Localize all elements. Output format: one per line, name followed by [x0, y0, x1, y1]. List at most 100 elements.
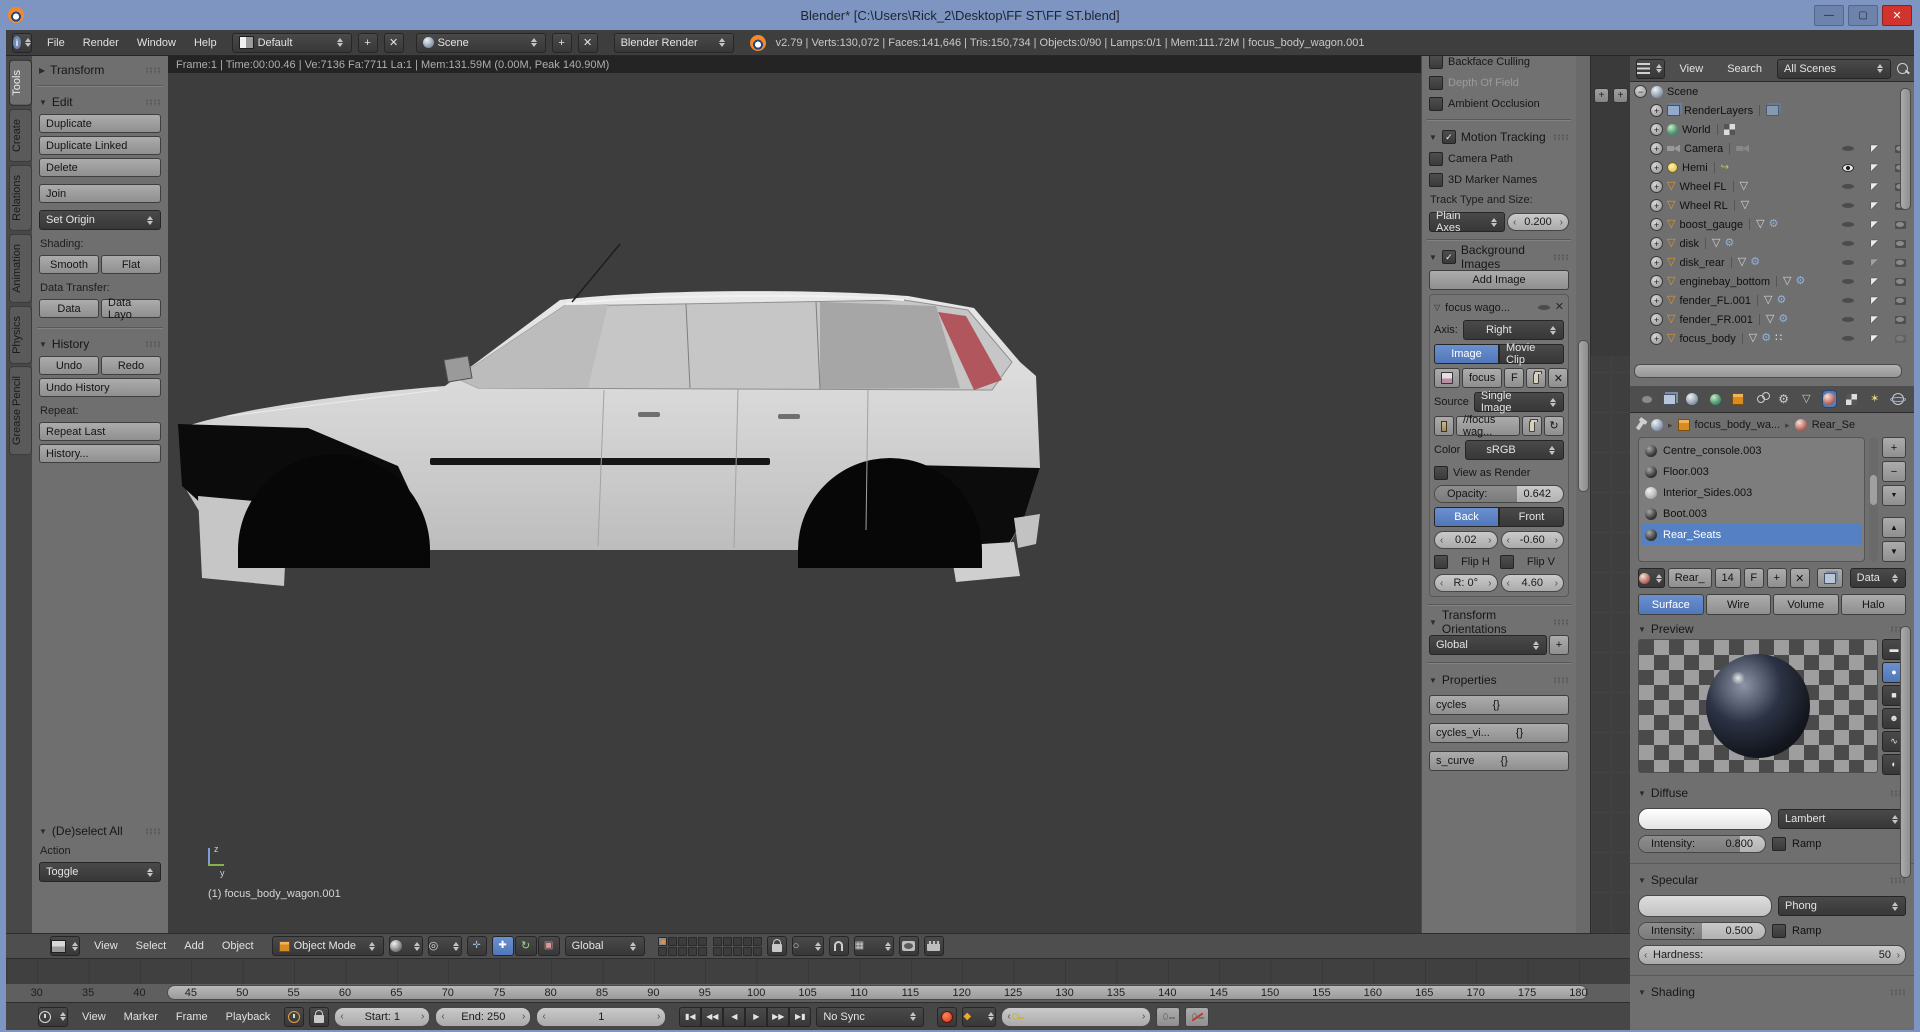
- expand-icon[interactable]: [1650, 237, 1663, 250]
- keying-set-dropdown[interactable]: [962, 1007, 996, 1027]
- checkbox-icon[interactable]: [1429, 76, 1443, 90]
- active-keying-set-field[interactable]: [1001, 1007, 1151, 1027]
- render-toggle-icon[interactable]: [1895, 297, 1906, 305]
- outliner-row[interactable]: Wheel RL: [1630, 196, 1914, 215]
- properties-vscrollbar[interactable]: [1900, 626, 1911, 878]
- eye-closed-icon[interactable]: [1842, 317, 1854, 322]
- material-slot[interactable]: Floor.003: [1641, 461, 1862, 482]
- reload-button[interactable]: [1544, 416, 1564, 436]
- diffuse-ramp-checkbox[interactable]: [1772, 837, 1786, 851]
- transform-orientations-header[interactable]: Transform Orientations: [1429, 613, 1569, 631]
- breadcrumb-object[interactable]: focus_body_wa...: [1695, 419, 1781, 431]
- toolshelf-tab[interactable]: Physics: [9, 306, 32, 364]
- editor-type-timeline-button[interactable]: [38, 1007, 68, 1027]
- diffuse-color-swatch[interactable]: [1638, 808, 1772, 830]
- checkbox-icon[interactable]: [1500, 555, 1514, 569]
- diffuse-shader-dropdown[interactable]: Lambert: [1778, 809, 1906, 829]
- eye-closed-icon[interactable]: [1842, 203, 1854, 208]
- render-toggle-icon[interactable]: [1895, 316, 1906, 324]
- remove-slot-button[interactable]: −: [1882, 461, 1906, 482]
- ambient-occlusion-row[interactable]: Ambient Occlusion: [1429, 95, 1569, 112]
- browse-material-button[interactable]: [1638, 568, 1665, 588]
- cursor-icon[interactable]: [1871, 296, 1878, 305]
- outliner-row[interactable]: Hemi: [1630, 158, 1914, 177]
- eye-open-icon[interactable]: [1842, 164, 1854, 172]
- view-as-render-row[interactable]: View as Render: [1434, 464, 1564, 481]
- delete-scene-button[interactable]: ✕: [578, 33, 598, 53]
- panel-grip-icon[interactable]: [1553, 134, 1569, 141]
- breadcrumb-material[interactable]: Rear_Se: [1812, 419, 1855, 431]
- outliner-row[interactable]: RenderLayers: [1630, 101, 1914, 120]
- preview-panel-header[interactable]: Preview: [1630, 619, 1914, 639]
- tab-constraints-icon[interactable]: [1754, 391, 1767, 407]
- opengl-animation-button[interactable]: [924, 936, 944, 956]
- expand-icon[interactable]: [1650, 218, 1663, 231]
- expand-icon[interactable]: [1650, 199, 1663, 212]
- orientation-dropdown[interactable]: Global: [1429, 635, 1547, 655]
- checkbox-icon[interactable]: [1434, 555, 1448, 569]
- render-engine-selector[interactable]: Blender Render: [614, 33, 734, 53]
- eye-closed-icon[interactable]: [1842, 146, 1854, 151]
- end-frame-field[interactable]: End: 250: [435, 1007, 531, 1027]
- join-button[interactable]: Join: [39, 184, 161, 203]
- outliner-row-scene[interactable]: Scene: [1630, 82, 1914, 101]
- car-model[interactable]: [168, 56, 1421, 933]
- cursor-icon[interactable]: [1871, 220, 1878, 229]
- close-icon[interactable]: [1555, 302, 1564, 313]
- specular-color-swatch[interactable]: [1638, 895, 1772, 917]
- panel-grip-icon[interactable]: [145, 341, 161, 348]
- add-layout-button[interactable]: +: [358, 33, 378, 53]
- specular-shader-dropdown[interactable]: Phong: [1778, 896, 1906, 916]
- set-origin-dropdown[interactable]: Set Origin: [39, 210, 161, 230]
- outliner-hscrollbar[interactable]: [1634, 364, 1902, 378]
- expand-icon[interactable]: [1650, 332, 1663, 345]
- expand-icon[interactable]: [1650, 142, 1663, 155]
- track-type-dropdown[interactable]: Plain Axes: [1429, 212, 1505, 232]
- render-toggle-icon[interactable]: [1895, 240, 1906, 248]
- tab-modifiers-icon[interactable]: [1777, 391, 1790, 407]
- material-slot[interactable]: Centre_console.003: [1641, 440, 1862, 461]
- editor-type-info-button[interactable]: [12, 33, 32, 53]
- viewport-menu[interactable]: Object: [213, 940, 263, 952]
- movie-clip-tab[interactable]: Movie Clip: [1499, 344, 1564, 364]
- timeline-tracks[interactable]: [6, 959, 1630, 984]
- expand-icon[interactable]: [1650, 294, 1663, 307]
- expand-region-button[interactable]: [1594, 88, 1609, 103]
- scene-selector[interactable]: Scene: [416, 33, 546, 53]
- editor-type-3dview-button[interactable]: [50, 936, 80, 956]
- undo-history-button[interactable]: Undo History: [39, 378, 161, 397]
- data-transfer-data-button[interactable]: Data: [39, 299, 99, 318]
- outliner-search-menu[interactable]: Search: [1718, 63, 1771, 75]
- checkbox-icon[interactable]: [1429, 173, 1443, 187]
- 3d-viewport[interactable]: Frame:1 | Time:00:00.46 | Ve:7136 Fa:771…: [168, 56, 1421, 933]
- marker-names-row[interactable]: 3D Marker Names: [1429, 171, 1569, 188]
- render-toggle-icon[interactable]: [1895, 259, 1906, 267]
- diffuse-intensity-slider[interactable]: Intensity:0.800: [1638, 835, 1766, 853]
- toolshelf-tab[interactable]: Animation: [9, 234, 32, 303]
- rotation-field[interactable]: R: 0°: [1434, 574, 1498, 592]
- outliner-row[interactable]: enginebay_bottom: [1630, 272, 1914, 291]
- panel-grip-icon[interactable]: [1553, 619, 1569, 626]
- tab-data-icon[interactable]: [1800, 391, 1813, 407]
- viewport-menu[interactable]: View: [85, 940, 127, 952]
- manipulator-toggle[interactable]: [467, 936, 487, 956]
- prev-keyframe-button[interactable]: [701, 1007, 723, 1027]
- image-browse-button[interactable]: [1434, 368, 1460, 388]
- translate-manipulator-button[interactable]: [492, 936, 514, 956]
- outliner-row[interactable]: focus_body: [1630, 329, 1914, 348]
- size-field[interactable]: 4.60: [1501, 574, 1565, 592]
- outliner-row[interactable]: disk: [1630, 234, 1914, 253]
- close-button[interactable]: ✕: [1882, 5, 1912, 26]
- cursor-icon[interactable]: [1871, 144, 1878, 153]
- timeline-menu[interactable]: Frame: [167, 1011, 217, 1023]
- maximize-button[interactable]: ▢: [1848, 5, 1878, 26]
- shading-panel-header[interactable]: Shading: [1630, 975, 1914, 1002]
- playback-range-button[interactable]: [284, 1007, 304, 1027]
- eye-closed-icon[interactable]: [1842, 241, 1854, 246]
- material-slot[interactable]: Interior_Sides.003: [1641, 482, 1862, 503]
- toolshelf-tab[interactable]: Relations: [9, 165, 32, 231]
- checkbox-icon[interactable]: [1429, 56, 1443, 69]
- layer-1[interactable]: [658, 937, 667, 946]
- expand-icon[interactable]: [1650, 123, 1663, 136]
- track-size-field[interactable]: 0.200: [1507, 213, 1569, 231]
